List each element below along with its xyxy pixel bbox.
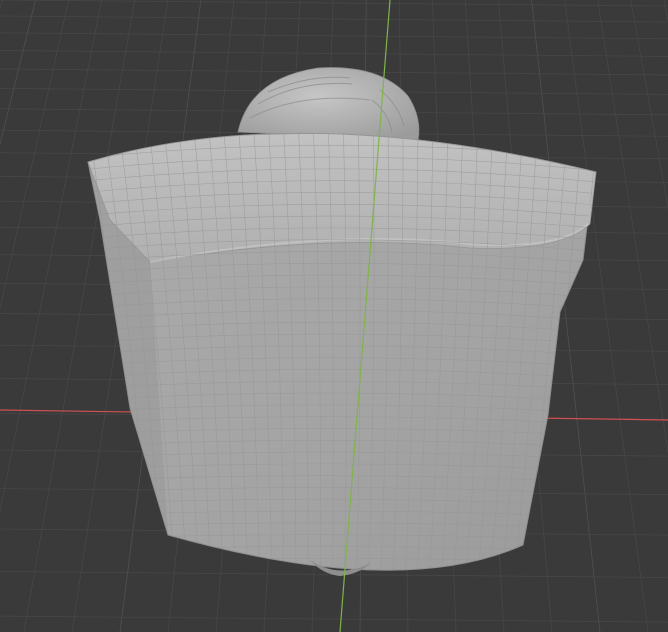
grid-line xyxy=(0,0,69,311)
sculpted-mesh[interactable] xyxy=(70,67,620,610)
grid-line xyxy=(630,0,668,211)
grid-line xyxy=(564,0,649,632)
grid-line xyxy=(0,0,36,146)
grid-line xyxy=(0,615,668,623)
grid-line xyxy=(597,0,668,455)
3d-viewport[interactable] xyxy=(0,0,668,632)
grid-line xyxy=(0,0,3,11)
wire-edge xyxy=(70,594,620,599)
grid-line xyxy=(0,32,668,40)
wire-edge xyxy=(70,605,620,610)
wire-edge xyxy=(70,582,620,587)
grid-line xyxy=(0,50,668,57)
grid-line xyxy=(0,15,668,23)
grid-line xyxy=(0,0,668,7)
viewport-canvas[interactable] xyxy=(0,0,668,632)
